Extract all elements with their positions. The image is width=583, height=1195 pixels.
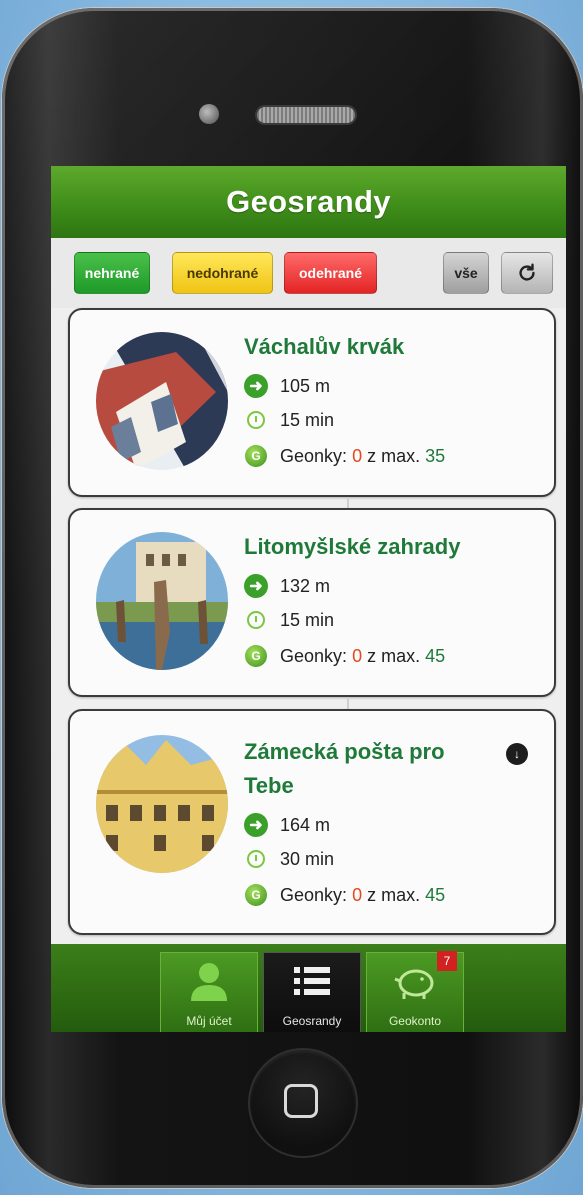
duration-value: 15 min bbox=[280, 409, 335, 430]
route-geonky: G Geonky: 0 z max. 45 bbox=[244, 642, 445, 670]
geonky-label: Geonky: bbox=[280, 884, 348, 905]
geonky-of-max-label: z max. bbox=[367, 445, 421, 466]
divider bbox=[347, 697, 349, 709]
filter-unfinished-label: nedohrané bbox=[186, 265, 259, 281]
geonky-label: Geonky: bbox=[280, 645, 348, 666]
geonky-max: 35 bbox=[425, 445, 446, 466]
front-camera bbox=[199, 104, 219, 124]
geonky-earned: 0 bbox=[352, 884, 363, 905]
piggy-bank-icon bbox=[394, 969, 434, 999]
app-title: Geosrandy bbox=[226, 184, 391, 219]
tab-geokonto[interactable]: 7 Geokonto bbox=[366, 951, 464, 1032]
duration-value: 30 min bbox=[280, 848, 335, 869]
app-screen: Geosrandy nehrané nedohrané odehrané vše bbox=[51, 166, 566, 1032]
arrow-right-icon: ➜ bbox=[244, 574, 268, 598]
route-title-line1: Zámecká pošta pro bbox=[244, 739, 445, 764]
refresh-button[interactable] bbox=[501, 252, 553, 294]
tab-routes-label: Geosrandy bbox=[282, 1014, 342, 1028]
home-button[interactable] bbox=[250, 1050, 356, 1156]
user-icon bbox=[191, 963, 227, 1001]
tab-geokonto-label: Geokonto bbox=[388, 1014, 442, 1028]
filter-all-label: vše bbox=[454, 265, 478, 281]
tab-routes[interactable]: Geosrandy bbox=[263, 952, 361, 1032]
route-title: Váchalův krvák bbox=[244, 334, 405, 359]
geonky-coin-icon: G bbox=[245, 445, 267, 467]
route-thumbnail bbox=[96, 532, 228, 670]
route-duration: 15 min bbox=[244, 606, 334, 634]
route-title: Zámecká pošta pro Tebe bbox=[244, 735, 445, 803]
filter-played-button[interactable]: odehrané bbox=[284, 252, 377, 294]
tab-account-label: Můj účet bbox=[186, 1014, 232, 1028]
filter-unfinished-button[interactable]: nedohrané bbox=[172, 252, 273, 294]
filter-bar: nehrané nedohrané odehrané vše bbox=[51, 238, 566, 308]
route-title-line2: Tebe bbox=[244, 773, 294, 798]
geonky-of-max-label: z max. bbox=[367, 884, 421, 905]
alarm-clock-icon bbox=[247, 411, 265, 429]
distance-value: 164 m bbox=[280, 814, 331, 835]
tab-account[interactable]: Můj účet bbox=[160, 952, 258, 1032]
bottom-navigation: Můj účet Geosrandy 7 Geokonto bbox=[51, 944, 566, 1032]
route-distance: ➜ 132 m bbox=[244, 572, 330, 600]
route-geonky: G Geonky: 0 z max. 35 bbox=[244, 442, 445, 470]
duration-value: 15 min bbox=[280, 609, 335, 630]
geokonto-badge: 7 bbox=[437, 951, 457, 971]
arrow-right-icon: ➜ bbox=[244, 374, 268, 398]
route-geonky: G Geonky: 0 z max. 45 bbox=[244, 881, 445, 909]
distance-value: 132 m bbox=[280, 575, 331, 596]
filter-unplayed-label: nehrané bbox=[84, 265, 140, 281]
alarm-clock-icon bbox=[247, 611, 265, 629]
route-card[interactable]: Váchalův krvák ➜ 105 m 15 min G Geonky: … bbox=[68, 308, 556, 497]
geonky-coin-icon: G bbox=[245, 645, 267, 667]
route-distance: ➜ 105 m bbox=[244, 372, 330, 400]
geonky-earned: 0 bbox=[352, 645, 363, 666]
route-distance: ➜ 164 m bbox=[244, 811, 330, 839]
alarm-clock-icon bbox=[247, 850, 265, 868]
earpiece-speaker bbox=[257, 107, 355, 123]
route-card[interactable]: Litomyšlské zahrady ➜ 132 m 15 min G Geo… bbox=[68, 508, 556, 697]
geonky-of-max-label: z max. bbox=[367, 645, 421, 666]
phone-frame: Geosrandy nehrané nedohrané odehrané vše bbox=[2, 8, 583, 1188]
arrow-right-icon: ➜ bbox=[244, 813, 268, 837]
geonky-label: Geonky: bbox=[280, 445, 348, 466]
geonky-max: 45 bbox=[425, 884, 446, 905]
filter-unplayed-button[interactable]: nehrané bbox=[74, 252, 150, 294]
distance-value: 105 m bbox=[280, 375, 331, 396]
refresh-icon bbox=[519, 263, 535, 281]
route-duration: 30 min bbox=[244, 845, 334, 873]
route-duration: 15 min bbox=[244, 406, 334, 434]
route-card[interactable]: Zámecká pošta pro Tebe ↓ ➜ 164 m 30 min … bbox=[68, 709, 556, 935]
filter-all-button[interactable]: vše bbox=[443, 252, 489, 294]
route-thumbnail bbox=[96, 332, 228, 470]
route-title: Litomyšlské zahrady bbox=[244, 534, 461, 559]
route-thumbnail bbox=[96, 735, 228, 873]
geonky-coin-icon: G bbox=[245, 884, 267, 906]
geonky-earned: 0 bbox=[352, 445, 363, 466]
home-square-icon bbox=[284, 1084, 318, 1118]
filter-played-label: odehrané bbox=[298, 265, 362, 281]
geonky-max: 45 bbox=[425, 645, 446, 666]
app-header: Geosrandy bbox=[51, 166, 566, 238]
download-icon[interactable]: ↓ bbox=[506, 743, 528, 765]
list-icon bbox=[294, 967, 330, 995]
